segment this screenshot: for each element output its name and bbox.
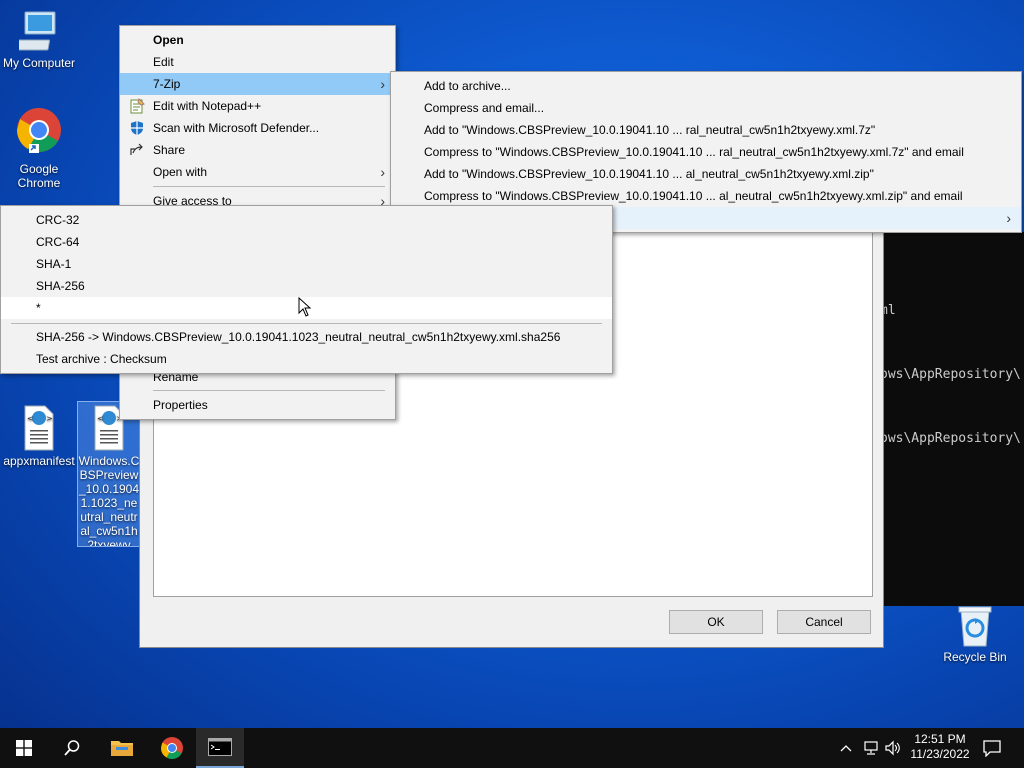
menu-item-open-with[interactable]: Open with ›	[120, 161, 395, 183]
crc-sha-submenu: CRC-32 CRC-64 SHA-1 SHA-256 * SHA-256 ->…	[0, 205, 613, 374]
menu-separator	[153, 390, 385, 391]
clock-time: 12:51 PM	[914, 732, 966, 746]
folder-icon	[111, 741, 133, 756]
menu-item-label: SHA-256	[36, 279, 85, 293]
desktop-icon-appxmanifest[interactable]: < > appxmanifest	[0, 404, 78, 468]
menu-item-sha256[interactable]: SHA-256	[1, 275, 612, 297]
chrome-taskbar-button[interactable]	[148, 728, 196, 768]
menu-item-label: Add to archive...	[424, 79, 511, 93]
desktop-icon-selected-xml[interactable]: < > Windows.CBSPreview_10.0.19041.1023_n…	[77, 401, 141, 547]
menu-item-label: Compress and email...	[424, 101, 545, 115]
share-icon	[130, 143, 143, 155]
menu-item-label: Edit with Notepad++	[153, 99, 262, 113]
action-center-button[interactable]	[982, 739, 1002, 758]
menu-item-label: SHA-1	[36, 257, 72, 271]
menu-item-label: Scan with Microsoft Defender...	[153, 121, 320, 135]
chevron-right-icon: ›	[380, 76, 385, 92]
menu-item-label: Edit	[153, 55, 174, 69]
menu-item-label: Properties	[153, 398, 208, 412]
menu-item-edit-notepadpp[interactable]: Edit with Notepad++	[120, 95, 395, 117]
desktop-icon-label: appxmanifest	[3, 454, 75, 468]
windows-logo-icon	[16, 740, 32, 756]
chevron-up-icon	[840, 745, 852, 752]
desktop-icon-chrome[interactable]: Google Chrome	[0, 106, 78, 190]
mouse-cursor-icon	[298, 297, 312, 317]
taskbar: 12:51 PM 11/23/2022	[0, 728, 1024, 768]
menu-item-sha1[interactable]: SHA-1	[1, 253, 612, 275]
desktop-icon-label: Recycle Bin	[943, 650, 1007, 664]
terminal-taskbar-button[interactable]	[196, 728, 244, 768]
xml-file-icon: < >	[24, 405, 54, 451]
menu-item-label: Compress to "Windows.CBSPreview_10.0.190…	[424, 189, 963, 203]
menu-item-add-to-archive[interactable]: Add to archive...	[391, 75, 1021, 97]
menu-item-label: Share	[153, 143, 186, 157]
menu-item-test-archive-checksum[interactable]: Test archive : Checksum	[1, 348, 612, 370]
volume-button[interactable]	[884, 740, 902, 756]
menu-item-sha256-to-file[interactable]: SHA-256 -> Windows.CBSPreview_10.0.19041…	[1, 326, 612, 348]
notepad-plus-plus-icon	[130, 98, 145, 114]
chevron-right-icon: ›	[380, 164, 385, 180]
svg-text:<: <	[27, 414, 34, 423]
menu-item-scan-defender[interactable]: Scan with Microsoft Defender...	[120, 117, 395, 139]
menu-separator	[11, 323, 602, 324]
recycle-bin-icon	[958, 606, 992, 647]
clock-date: 11/23/2022	[910, 747, 970, 761]
terminal-window[interactable]: ml ows\AppRepository\ ows\AppRepository\	[880, 232, 1024, 606]
desktop-icon-label: Windows.CBSPreview_10.0.19041.1023_neutr…	[78, 454, 140, 546]
cancel-button[interactable]: Cancel	[777, 610, 871, 634]
computer-icon	[19, 11, 56, 51]
menu-item-add-to-zip[interactable]: Add to "Windows.CBSPreview_10.0.19041.10…	[391, 163, 1021, 185]
terminal-line: ows\AppRepository\	[880, 431, 1021, 446]
menu-item-open[interactable]: Open	[120, 29, 395, 51]
desktop-icon-label: Google Chrome	[17, 162, 61, 190]
defender-shield-icon	[131, 121, 143, 135]
menu-item-label: Open with	[153, 165, 208, 179]
svg-text:>: >	[46, 414, 53, 423]
menu-item-label: CRC-32	[36, 213, 80, 227]
menu-item-compress-email[interactable]: Compress and email...	[391, 97, 1021, 119]
menu-item-share[interactable]: Share	[120, 139, 395, 161]
menu-item-label: Add to "Windows.CBSPreview_10.0.19041.10…	[424, 167, 874, 181]
network-icon-button[interactable]	[862, 740, 880, 756]
menu-item-label: Compress to "Windows.CBSPreview_10.0.190…	[424, 145, 964, 159]
desktop-icon-label: My Computer	[2, 56, 76, 70]
desktop-icon-my-computer[interactable]: My Computer	[0, 10, 78, 70]
search-button[interactable]	[48, 728, 96, 768]
menu-item-add-to-7z[interactable]: Add to "Windows.CBSPreview_10.0.19041.10…	[391, 119, 1021, 141]
start-button[interactable]	[0, 728, 48, 768]
terminal-icon	[208, 738, 232, 756]
menu-item-crc64[interactable]: CRC-64	[1, 231, 612, 253]
network-icon	[864, 741, 878, 755]
menu-item-label: CRC-64	[36, 235, 80, 249]
menu-item-label: Test archive : Checksum	[36, 352, 167, 366]
show-hidden-icons-button[interactable]	[838, 740, 854, 756]
menu-item-edit[interactable]: Edit	[120, 51, 395, 73]
clock[interactable]: 12:51 PM 11/23/2022	[906, 732, 974, 762]
chevron-right-icon: ›	[1006, 210, 1011, 226]
menu-item-7zip[interactable]: 7-Zip ›	[120, 73, 395, 95]
menu-item-label: Add to "Windows.CBSPreview_10.0.19041.10…	[424, 123, 876, 137]
menu-item-crc32[interactable]: CRC-32	[1, 209, 612, 231]
file-explorer-button[interactable]	[98, 728, 146, 768]
speaker-icon	[885, 740, 900, 756]
terminal-line: ows\AppRepository\	[880, 367, 1021, 382]
svg-text:<: <	[97, 414, 104, 423]
desktop-icon-recycle-bin[interactable]: Recycle Bin	[936, 604, 1014, 664]
menu-item-compress-zip-email[interactable]: Compress to "Windows.CBSPreview_10.0.190…	[391, 185, 1021, 207]
chrome-icon	[161, 737, 183, 759]
notification-icon	[983, 740, 1001, 758]
menu-item-label: 7-Zip	[153, 77, 181, 91]
chrome-icon	[17, 108, 61, 153]
search-icon	[64, 740, 80, 756]
menu-item-properties[interactable]: Properties	[120, 394, 395, 416]
menu-item-compress-7z-email[interactable]: Compress to "Windows.CBSPreview_10.0.190…	[391, 141, 1021, 163]
menu-item-label: *	[36, 301, 41, 315]
menu-separator	[153, 186, 385, 187]
menu-item-label: SHA-256 -> Windows.CBSPreview_10.0.19041…	[36, 330, 561, 344]
ok-button[interactable]: OK	[669, 610, 763, 634]
menu-item-label: Open	[153, 33, 184, 47]
